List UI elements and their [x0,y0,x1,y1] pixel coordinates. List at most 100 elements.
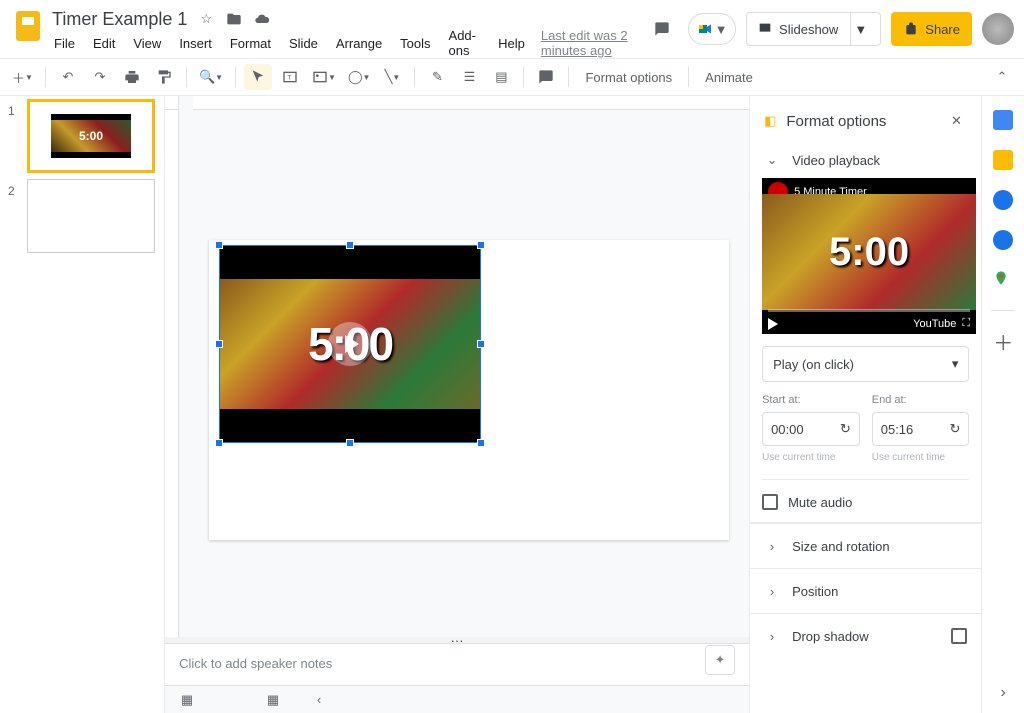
slides-logo[interactable] [10,8,46,44]
calendar-icon[interactable] [993,110,1013,130]
slide-stage[interactable]: 5:00 [179,110,749,637]
menu-insert[interactable]: Insert [177,34,214,53]
slideshow-dropdown[interactable]: ▼ [850,12,870,46]
position-section[interactable]: › Position [750,568,981,613]
text-box-icon[interactable]: T [276,64,304,90]
select-tool-icon[interactable] [244,64,272,90]
line-icon[interactable]: ╲▼ [378,64,406,90]
drop-shadow-section[interactable]: › Drop shadow [750,613,981,658]
header-actions: ▼ Slideshow ▼ Share [646,8,1014,46]
drop-shadow-checkbox[interactable] [951,628,967,644]
image-icon[interactable]: ▼ [308,64,340,90]
end-at-input[interactable]: 05:16 ↻ [872,412,970,446]
play-mode-select[interactable]: Play (on click) ▾ [762,346,969,382]
add-addon-icon[interactable]: ＋ [993,331,1013,351]
new-slide-button[interactable]: ＋▼ [8,64,37,90]
refresh-icon[interactable]: ↻ [949,421,960,437]
comment-history-icon[interactable] [646,13,678,45]
hide-rail-icon[interactable]: › [993,683,1013,703]
menu-view[interactable]: View [131,34,163,53]
star-icon[interactable]: ☆ [197,10,215,28]
undo-icon[interactable]: ↶ [54,64,82,90]
format-options-button[interactable]: Format options [577,64,680,90]
speaker-notes[interactable]: Click to add speaker notes ✦ [165,643,749,685]
size-rotation-section[interactable]: › Size and rotation [750,523,981,568]
side-panel-rail: ＋ › [981,96,1024,713]
contacts-icon[interactable] [993,230,1013,250]
move-icon[interactable] [225,10,243,28]
slide-thumb-1[interactable]: 5:00 [28,100,154,172]
meet-button[interactable]: ▼ [688,13,736,45]
menu-slide[interactable]: Slide [287,34,320,53]
print-icon[interactable] [118,64,146,90]
youtube-label: YouTube [913,318,956,330]
end-at-value: 05:16 [881,422,914,437]
cloud-icon[interactable] [253,10,271,28]
video-object[interactable]: 5:00 [219,245,481,443]
paint-format-icon[interactable] [150,64,178,90]
filmstrip: 1 5:00 2 [0,96,165,713]
comment-icon[interactable] [532,64,560,90]
tasks-icon[interactable] [993,190,1013,210]
border-dash-icon[interactable]: ▤ [487,64,515,90]
collapse-toolbar-icon[interactable]: ⌃ [988,64,1016,90]
menu-help[interactable]: Help [496,34,527,53]
redo-icon[interactable]: ↷ [86,64,114,90]
start-hint[interactable]: Use current time [762,452,860,463]
shape-icon[interactable]: ◯▼ [344,64,374,90]
title-block: Timer Example 1 ☆ File Edit View Insert … [52,8,646,54]
filmstrip-view-icon[interactable]: ▦ [175,688,199,712]
start-at-value: 00:00 [771,422,804,437]
doc-title[interactable]: Timer Example 1 [52,9,187,30]
menu-format[interactable]: Format [228,34,273,53]
share-label: Share [925,22,960,37]
chevron-down-icon: ⌄ [764,152,780,168]
zoom-icon[interactable]: 🔍▼ [195,64,227,90]
start-at-input[interactable]: 00:00 ↻ [762,412,860,446]
grid-view-icon[interactable]: ▦ [261,688,285,712]
maps-icon[interactable] [993,270,1013,290]
slideshow-button[interactable]: Slideshow ▼ [746,12,881,46]
animate-button[interactable]: Animate [697,64,761,90]
border-color-icon[interactable]: ✎ [423,64,451,90]
menu-edit[interactable]: Edit [91,34,117,53]
share-button[interactable]: Share [891,12,972,46]
menu-addons[interactable]: Add-ons [447,26,483,60]
refresh-icon[interactable]: ↻ [840,421,851,437]
last-edit-link[interactable]: Last edit was 2 minutes ago [541,28,646,58]
app-header: Timer Example 1 ☆ File Edit View Insert … [0,0,1024,54]
mute-checkbox[interactable] [762,494,778,510]
slide-number-1: 1 [8,100,22,118]
fullscreen-icon[interactable]: ⛶ [962,317,970,330]
thumb-timer: 5:00 [79,129,103,143]
end-hint[interactable]: Use current time [872,452,970,463]
preview-timer: 5:00 [829,230,909,275]
preview-play-icon[interactable] [768,318,778,330]
video-preview[interactable]: 5 Minute Timer 5:00 YouTube ⛶ [762,178,976,334]
play-overlay-icon[interactable] [328,322,372,366]
menu-arrange[interactable]: Arrange [334,34,384,53]
menu-file[interactable]: File [52,34,77,53]
canvas-column: 5:00 ··· Click to add [165,96,749,713]
panel-title: Format options [786,113,935,130]
chevron-right-icon: › [764,538,780,554]
video-playback-title: Video playback [792,153,967,168]
collapse-filmstrip-icon[interactable]: ‹ [307,688,331,712]
video-playback-header[interactable]: ⌄ Video playback [750,142,981,178]
close-icon[interactable]: ✕ [945,110,967,132]
start-at-label: Start at: [762,394,860,406]
menu-tools[interactable]: Tools [398,34,432,53]
toolbar: ＋▼ ↶ ↷ 🔍▼ T ▼ ◯▼ ╲▼ ✎ ☰ ▤ Format options… [0,58,1024,96]
keep-icon[interactable] [993,150,1013,170]
chevron-right-icon: › [764,583,780,599]
slide-thumb-2[interactable] [28,180,154,252]
video-progress[interactable] [768,309,970,312]
border-weight-icon[interactable]: ☰ [455,64,483,90]
slide-canvas[interactable]: 5:00 [209,240,729,540]
mute-label: Mute audio [788,495,852,510]
explore-button[interactable]: ✦ [705,645,735,675]
chevron-down-icon: ▾ [952,356,959,372]
mute-audio-row[interactable]: Mute audio [762,494,969,510]
account-avatar[interactable] [982,13,1014,45]
main-body: 1 5:00 2 5:00 [0,96,1024,713]
